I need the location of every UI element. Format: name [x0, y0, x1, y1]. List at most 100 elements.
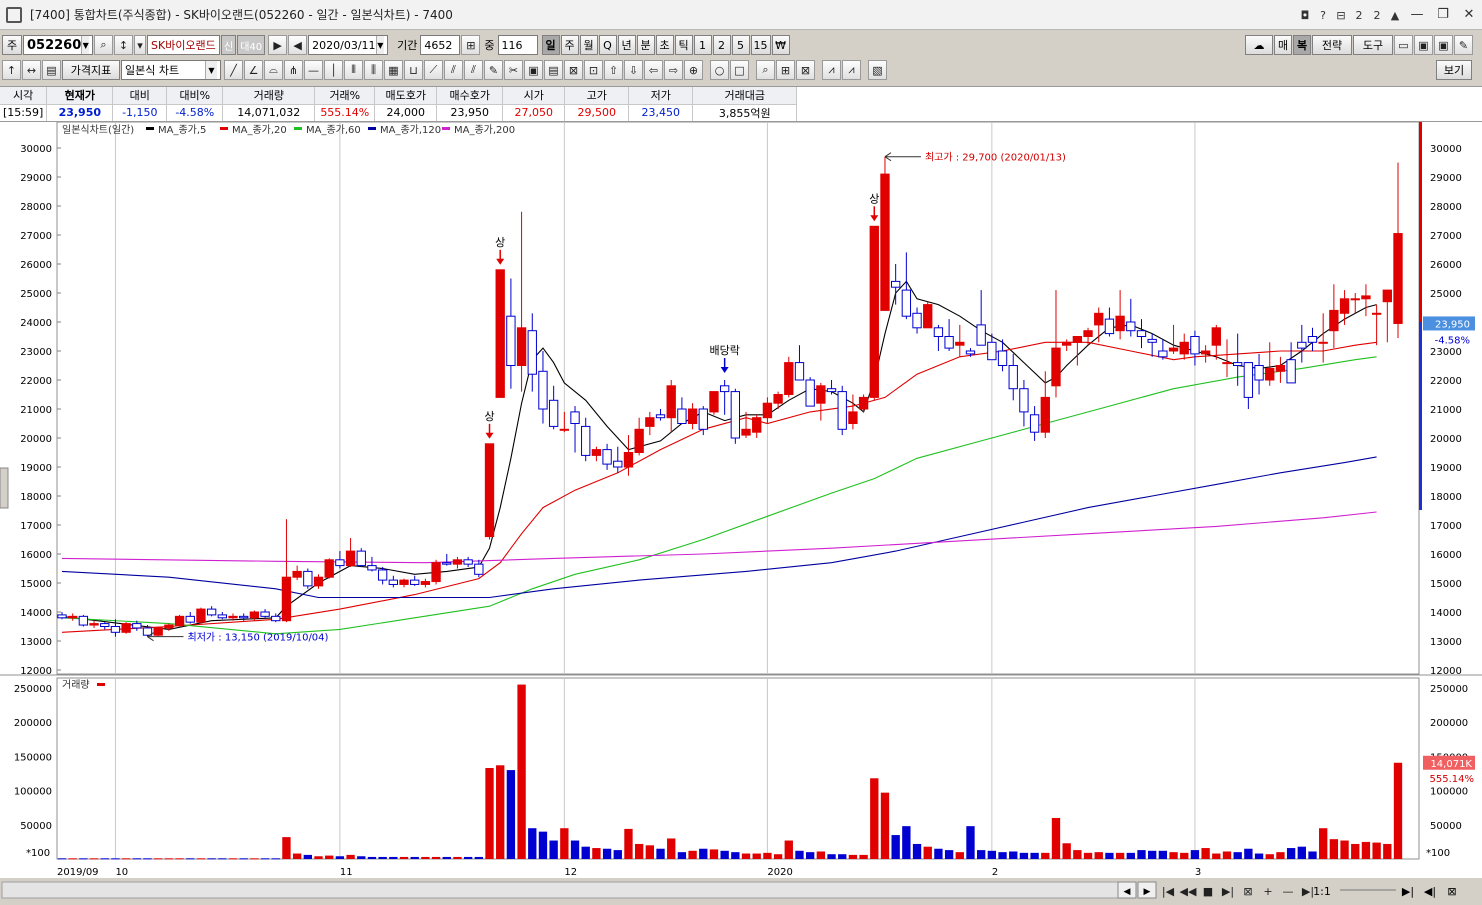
candle-body: [1094, 312, 1104, 326]
period-quarter-button[interactable]: Q: [598, 35, 617, 55]
zoom-icon[interactable]: ⌕: [756, 60, 775, 80]
angle-line-icon[interactable]: ∠: [244, 60, 263, 80]
quote-current-price: 23,950: [46, 104, 114, 121]
multi-button[interactable]: 복: [1293, 35, 1311, 55]
up-arrow-mark-icon[interactable]: ⇧: [604, 60, 623, 80]
grid-toggle-icon[interactable]: ⊞: [776, 60, 795, 80]
candle-body: [1382, 289, 1392, 303]
maximize-button[interactable]: ❐: [1430, 4, 1456, 26]
strategy-button[interactable]: 전략: [1312, 35, 1352, 55]
text-box-icon[interactable]: ▤: [544, 60, 563, 80]
period-week-button[interactable]: 주: [560, 35, 579, 55]
overlay-chart-icon[interactable]: ⩘: [822, 60, 841, 80]
chevron-down-icon[interactable]: ▼: [81, 36, 89, 54]
grid-icon[interactable]: ⊞: [461, 35, 481, 55]
eraser-icon[interactable]: ✂: [504, 60, 523, 80]
parallel-lines-icon[interactable]: ⫽: [464, 60, 483, 80]
date-input[interactable]: 2020/03/11 ▼: [308, 35, 389, 55]
interval-2-button[interactable]: 2: [712, 35, 731, 55]
price-volume-chart[interactable]: 30000 30000 29000 29000 28000 28000 27000 27000…: [0, 121, 1482, 902]
save-icon[interactable]: ▣: [1414, 35, 1433, 55]
fibonacci-retracement-icon[interactable]: ▦: [384, 60, 403, 80]
volume-bar: [121, 858, 131, 860]
rectangle-icon[interactable]: □: [730, 60, 749, 80]
tools-button[interactable]: 도구: [1353, 35, 1393, 55]
layout-icon[interactable]: ⊟: [1333, 9, 1349, 22]
cycle-lines-icon[interactable]: ⫴: [344, 60, 363, 80]
chevron-down-icon[interactable]: ▼: [205, 61, 217, 79]
period-minute-button[interactable]: 분: [636, 35, 655, 55]
select-area-icon[interactable]: ⊡: [584, 60, 603, 80]
view-button[interactable]: 보기: [1436, 60, 1472, 80]
arrow-up-icon[interactable]: ↑: [2, 60, 21, 80]
horizontal-line-icon[interactable]: —: [304, 60, 323, 80]
close-button[interactable]: ✕: [1456, 4, 1482, 26]
arc-icon[interactable]: ⌓: [264, 60, 283, 80]
wave-icon[interactable]: ⩘: [842, 60, 861, 80]
market-selector[interactable]: 주: [2, 35, 22, 55]
channel-icon[interactable]: ⫽: [444, 60, 463, 80]
cloud-icon[interactable]: ☁: [1245, 35, 1273, 55]
stock-code-input[interactable]: 052260 ▼: [23, 35, 93, 55]
chart-area[interactable]: 30000 30000 29000 29000 28000 28000 27000 27000…: [0, 121, 1482, 902]
indicator-button[interactable]: 가격지표: [62, 60, 120, 80]
interval-5-button[interactable]: 5: [731, 35, 750, 55]
price-axis-label-right: 28000: [1430, 202, 1462, 213]
circle-icon[interactable]: ○: [710, 60, 729, 80]
magnet-icon[interactable]: ⊠: [796, 60, 815, 80]
candle-body: [1147, 338, 1157, 343]
volume-bar: [1094, 852, 1103, 859]
count-input[interactable]: 116: [497, 35, 538, 55]
play-icon[interactable]: ▶: [268, 35, 288, 55]
interval-1-button[interactable]: 1: [693, 35, 712, 55]
price-axis-label: 19000: [20, 463, 52, 474]
period-day-button[interactable]: 일: [541, 35, 560, 55]
left-arrow-mark-icon[interactable]: ⇦: [644, 60, 663, 80]
gann-grid-icon[interactable]: ⊔: [404, 60, 423, 80]
chart-type-select[interactable]: 일본식 차트 ▼: [121, 60, 221, 80]
window-small-icon-5[interactable]: 2: [1369, 9, 1385, 22]
down-arrow-mark-icon[interactable]: ⇩: [624, 60, 643, 80]
volume-bar: [1254, 853, 1264, 859]
window-small-icon-1[interactable]: ◘: [1297, 9, 1313, 22]
print-icon[interactable]: ▣: [1434, 35, 1453, 55]
period-tick-button[interactable]: 틱: [674, 35, 693, 55]
pencil-icon[interactable]: ✎: [484, 60, 503, 80]
legend-title: 일본식차트(일간): [62, 124, 134, 136]
search-icon[interactable]: ⌕: [94, 35, 113, 55]
period-input[interactable]: 4652: [420, 35, 461, 55]
calendar-dropdown-icon[interactable]: ▼: [375, 36, 385, 54]
color-box-icon[interactable]: ▣: [524, 60, 543, 80]
interval-15-button[interactable]: 15: [750, 35, 771, 55]
right-arrow-mark-icon[interactable]: ⇨: [664, 60, 683, 80]
volume-bar: [859, 854, 868, 859]
screenshot-icon[interactable]: ▧: [868, 60, 887, 80]
volume-bar: [944, 850, 954, 859]
volume-bar: [976, 850, 986, 859]
sort-icon[interactable]: ↕: [114, 35, 133, 55]
trendline-icon[interactable]: ╱: [224, 60, 243, 80]
edit-list-icon[interactable]: ▤: [42, 60, 61, 80]
trade-button[interactable]: 매: [1274, 35, 1292, 55]
credit-badge: 신: [221, 35, 237, 55]
delete-drawing-icon[interactable]: ⊠: [564, 60, 583, 80]
period-month-button[interactable]: 월: [579, 35, 598, 55]
help-icon[interactable]: ?: [1315, 9, 1331, 22]
horizontal-move-icon[interactable]: ↔: [22, 60, 41, 80]
open-folder-icon[interactable]: ▭: [1394, 35, 1413, 55]
minimize-button[interactable]: —: [1404, 4, 1430, 26]
chevron-down-icon[interactable]: ▾: [134, 35, 146, 55]
regression-icon[interactable]: ⟋: [424, 60, 443, 80]
fibonacci-time-icon[interactable]: ⫼: [364, 60, 383, 80]
window-small-icon-4[interactable]: 2: [1351, 9, 1367, 22]
back-icon[interactable]: ◀: [288, 35, 308, 55]
period-second-button[interactable]: 초: [655, 35, 674, 55]
crosshair-icon[interactable]: ⊕: [684, 60, 703, 80]
period-year-button[interactable]: 년: [617, 35, 636, 55]
candle-body: [78, 615, 89, 626]
vertical-line-icon[interactable]: │: [324, 60, 343, 80]
fan-icon[interactable]: ⋔: [284, 60, 303, 80]
collapse-icon[interactable]: ▲: [1387, 9, 1403, 22]
settings-icon[interactable]: ✎: [1454, 35, 1473, 55]
currency-button[interactable]: ₩: [771, 35, 790, 55]
